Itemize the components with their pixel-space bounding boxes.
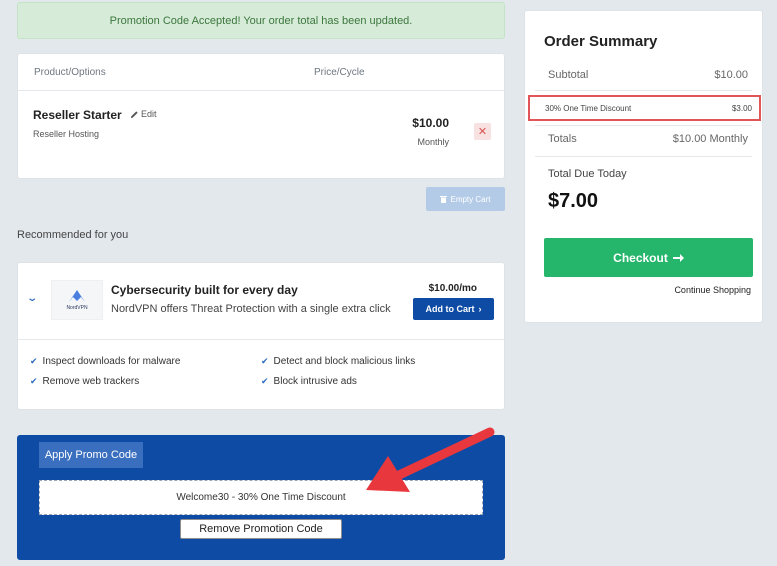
discount-label: 30% One Time Discount — [545, 103, 632, 113]
subtotal-value: $10.00 — [714, 69, 748, 81]
promo-success-alert: Promotion Code Accepted! Your order tota… — [17, 2, 505, 39]
alert-text: Promotion Code Accepted! Your order tota… — [109, 14, 413, 27]
product-price: $10.00/mo — [428, 283, 477, 294]
check-icon: ✔ — [30, 356, 38, 366]
order-summary-title: Order Summary — [544, 33, 658, 50]
edit-link[interactable]: Edit — [130, 109, 157, 119]
feature-item: ✔ Remove web trackers — [30, 376, 139, 387]
promo-tab-label: Apply Promo Code — [44, 449, 138, 461]
recommended-title: Recommended for you — [17, 229, 129, 241]
chevron-right-icon: › — [478, 304, 482, 314]
applied-promo-text: Welcome30 - 30% One Time Discount — [176, 492, 346, 503]
checkout-button[interactable]: Checkout — [544, 238, 753, 277]
add-to-cart-label: Add to Cart — [425, 304, 475, 314]
empty-cart-label: Empty Cart — [450, 194, 491, 204]
totals-row: Totals $10.00 Monthly — [548, 133, 748, 145]
cart-items-panel: Product/Options Price/Cycle Reseller Sta… — [17, 53, 505, 179]
check-icon: ✔ — [30, 376, 38, 386]
order-summary-panel: Order Summary Subtotal $10.00 30% One Ti… — [524, 10, 763, 323]
total-due-label: Total Due Today — [548, 168, 627, 180]
remove-promo-label: Remove Promotion Code — [199, 523, 323, 535]
check-icon: ✔ — [261, 376, 269, 386]
item-price: $10.00 — [412, 116, 449, 130]
arrow-right-icon — [672, 253, 684, 262]
remove-item-button[interactable]: ✕ — [474, 123, 491, 140]
divider — [18, 339, 504, 340]
chevron-down-icon[interactable]: ⌄ — [26, 293, 38, 304]
edit-label: Edit — [141, 109, 157, 119]
cart-header: Product/Options Price/Cycle — [18, 54, 504, 91]
feature-item: ✔ Inspect downloads for malware — [30, 356, 180, 367]
pencil-icon — [130, 110, 138, 118]
divider — [535, 90, 752, 91]
subtotal-label: Subtotal — [548, 69, 589, 81]
feature-text: Block intrusive ads — [273, 376, 357, 387]
product-logo: NordVPN — [51, 280, 103, 320]
checkout-label: Checkout — [613, 250, 668, 265]
product-group: Reseller Hosting — [33, 129, 100, 139]
empty-cart-button[interactable]: Empty Cart — [426, 187, 505, 211]
product-headline: Cybersecurity built for every day — [111, 283, 298, 297]
discount-row-highlighted: 30% One Time Discount $3.00 — [528, 95, 761, 121]
recommended-product-card: ⌄ NordVPN Cybersecurity built for every … — [17, 262, 505, 410]
feature-item: ✔ Block intrusive ads — [261, 376, 357, 387]
nordvpn-logo-icon — [69, 290, 85, 302]
header-price: Price/Cycle — [314, 67, 365, 78]
feature-text: Inspect downloads for malware — [42, 356, 181, 367]
product-name: Reseller Starter — [33, 108, 122, 122]
divider — [535, 156, 752, 157]
logo-text: NordVPN — [66, 305, 88, 311]
tab-apply-promo-code[interactable]: Apply Promo Code — [39, 442, 143, 468]
check-icon: ✔ — [261, 356, 269, 366]
remove-promo-button[interactable]: Remove Promotion Code — [180, 519, 342, 539]
product-description: NordVPN offers Threat Protection with a … — [111, 303, 391, 315]
discount-value: $3.00 — [731, 103, 752, 113]
totals-value: $10.00 Monthly — [672, 133, 748, 145]
promo-code-panel: Apply Promo Code Welcome30 - 30% One Tim… — [17, 435, 505, 560]
feature-text: Remove web trackers — [42, 376, 140, 387]
add-to-cart-button[interactable]: Add to Cart › — [413, 298, 494, 320]
feature-item: ✔ Detect and block malicious links — [261, 356, 415, 367]
subtotal-row: Subtotal $10.00 — [548, 69, 748, 81]
header-product: Product/Options — [34, 67, 106, 78]
trash-icon — [440, 196, 448, 203]
total-due-amount: $7.00 — [548, 190, 599, 212]
item-cycle: Monthly — [417, 137, 449, 147]
feature-text: Detect and block malicious links — [273, 356, 416, 367]
continue-shopping-link[interactable]: Continue Shopping — [674, 285, 751, 295]
divider — [535, 125, 752, 126]
applied-promo-field: Welcome30 - 30% One Time Discount — [39, 480, 483, 515]
close-icon: ✕ — [477, 126, 488, 138]
totals-label: Totals — [548, 133, 577, 145]
